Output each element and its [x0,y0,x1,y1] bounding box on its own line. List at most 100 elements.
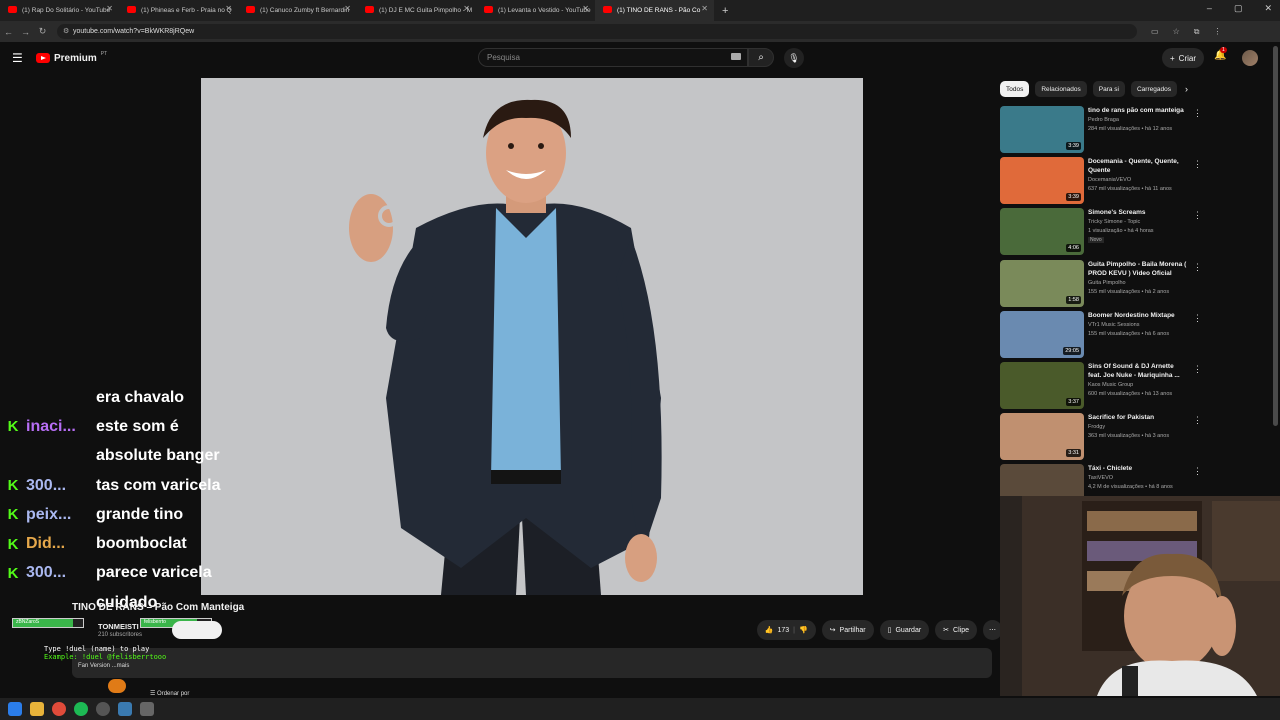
chat-message: K 300... parece varicela [0,559,240,588]
recommended-title[interactable]: Simone's Screams [1088,208,1188,217]
windows-start-icon[interactable] [8,702,22,716]
more-vert-icon[interactable]: ⋮ [1193,313,1202,324]
subscribe-button[interactable] [172,621,222,639]
video-thumbnail[interactable]: 3:31 [1000,413,1084,461]
recommended-video[interactable]: 29:05 Boomer Nordestino Mixtape VTr1 Music… [1000,310,1202,362]
video-thumbnail[interactable]: 1:58 [1000,259,1084,307]
create-button[interactable]: + Criar [1162,48,1205,68]
share-button[interactable]: ↪ Partilhar [821,620,874,640]
forward-icon[interactable]: → [17,27,34,37]
extensions-icon[interactable]: ⧉ [1194,27,1200,37]
sort-comments-button[interactable]: ☰ Ordenar por [150,690,189,697]
keyboard-icon[interactable] [731,53,741,60]
like-button[interactable]: 👍 173 | 👎 [756,620,816,640]
clip-button[interactable]: ✂ Clipe [935,620,977,640]
recommended-channel[interactable]: Tricky Simone - Topic [1088,219,1140,225]
filter-chip[interactable]: Para si [1092,81,1125,97]
obs-icon[interactable] [96,702,110,716]
description-box[interactable]: Fan Version ...mais [72,648,992,678]
recommended-title[interactable]: Sacrifice for Pakistan [1088,413,1188,422]
browser-tab[interactable]: (1) Phineas e Ferb - Praia no Q ✕ [119,0,238,21]
recommended-video[interactable]: 1:58 Guita Pimpolho - Baila Morena ( PROD… [1000,259,1202,311]
recommended-channel[interactable]: VTr1 Music Sessions [1088,322,1139,328]
chat-message: K Did... boomboclat [0,529,240,558]
reload-icon[interactable]: ↻ [34,26,51,37]
more-vert-icon[interactable]: ⋮ [1193,108,1202,119]
site-info-icon[interactable]: ⚙ [63,27,69,35]
browser-tab[interactable]: (1) DJ E MC Guita Pimpolho - M ✕ [357,0,476,21]
maximize-button[interactable]: ▢ [1234,3,1243,14]
recommended-video[interactable]: 4:06 Simone's Screams Tricky Simone - Topi… [1000,208,1202,259]
recommended-channel[interactable]: TaxiVEVO [1088,475,1113,481]
recommended-title[interactable]: Táxi - Chiclete [1088,464,1188,473]
browser-tab[interactable]: (1) TINO DE RANS - Pão Co ✕ [595,0,714,21]
minimize-button[interactable]: – [1207,3,1212,14]
more-vert-icon[interactable]: ⋮ [1193,210,1202,221]
close-tab-icon[interactable]: ✕ [582,4,589,13]
recommended-channel[interactable]: Kaos Music Group [1088,382,1133,388]
browser-tab[interactable]: (1) Rap Do Solitário - YouTube ✕ [0,0,119,21]
thumbs-down-icon[interactable]: 👎 [799,626,808,634]
recommended-channel[interactable]: Guita Pimpolho [1088,280,1126,286]
more-vert-icon[interactable]: ⋮ [1193,466,1202,477]
video-player[interactable] [201,78,863,595]
search-button[interactable]: ⌕ [748,48,774,67]
close-tab-icon[interactable]: ✕ [106,4,113,13]
hamburger-menu-icon[interactable]: ☰ [12,51,24,65]
recommended-channel[interactable]: DocemaniaVEVO [1088,177,1131,183]
url-text: youtube.com/watch?v=BkWKR8jRQew [73,28,195,35]
back-icon[interactable]: ← [0,27,17,37]
app-icon[interactable] [140,702,154,716]
recommended-title[interactable]: Guita Pimpolho - Baila Morena ( PROD KEV… [1088,260,1188,278]
recommended-title[interactable]: Docemania - Quente, Quente, Quente [1088,157,1188,175]
recommended-title[interactable]: Sins Of Sound & DJ Arnette feat. Joe Nuk… [1088,362,1188,380]
recommended-video[interactable]: 3:39 Docemania - Quente, Quente, Quente Do… [1000,157,1202,208]
chevron-right-icon[interactable]: › [1185,84,1188,94]
menu-dots-icon[interactable]: ⋮ [1213,27,1221,37]
browser-tab[interactable]: (1) Levanta o Vestido - YouTube ✕ [476,0,595,21]
recommended-channel[interactable]: Frodgy [1088,424,1105,430]
more-vert-icon[interactable]: ⋮ [1193,159,1202,170]
chrome-icon[interactable] [52,702,66,716]
more-vert-icon[interactable]: ⋮ [1193,415,1202,426]
recommended-video[interactable]: 3:39 tino de rans pão com manteiga Pedro B… [1000,106,1202,157]
close-tab-icon[interactable]: ✕ [463,4,470,13]
recommended-title[interactable]: Boomer Nordestino Mixtape [1088,311,1188,320]
more-vert-icon[interactable]: ⋮ [1193,364,1202,375]
more-vert-icon[interactable]: ⋮ [1193,262,1202,273]
channel-name[interactable]: TONMEISTI [98,622,139,631]
new-tab-button[interactable]: + [722,5,728,17]
close-tab-icon[interactable]: ✕ [344,4,351,13]
recommended-channel[interactable]: Pedro Braga [1088,117,1119,123]
close-tab-icon[interactable]: ✕ [225,4,232,13]
video-thumbnail[interactable]: 4:06 [1000,208,1084,256]
browser-tab[interactable]: (1) Canuco Zumby ft Bernardin ✕ [238,0,357,21]
video-thumbnail[interactable]: 3:39 [1000,157,1084,205]
spotify-icon[interactable] [74,702,88,716]
close-tab-icon[interactable]: ✕ [701,4,708,13]
steam-icon[interactable] [118,702,132,716]
filter-chip[interactable]: Relacionados [1035,81,1087,97]
page-scrollbar[interactable] [1273,46,1278,426]
recommended-video[interactable]: 3:31 Sacrifice for Pakistan Frodgy 363 mil … [1000,413,1202,464]
recommended-video[interactable]: 3:37 Sins Of Sound & DJ Arnette feat. Joe… [1000,361,1202,413]
save-button[interactable]: ▯ Guardar [879,620,930,640]
search-input[interactable]: Pesquisa [478,48,748,67]
cast-icon[interactable]: ▭ [1151,27,1159,37]
notifications-button[interactable]: 🔔 1 [1214,47,1227,61]
filter-chip[interactable]: Todos [1000,81,1030,97]
video-thumbnail[interactable]: 3:39 [1000,106,1084,153]
file-explorer-icon[interactable] [30,702,44,716]
video-thumbnail[interactable]: 3:37 [1000,361,1084,409]
address-bar[interactable]: ⚙ youtube.com/watch?v=BkWKR8jRQew [57,24,1137,39]
youtube-logo[interactable]: Premium PT [36,51,107,64]
close-window-button[interactable]: ✕ [1264,3,1272,14]
recommended-meta: 155 mil visualizações • há 6 anos [1088,330,1170,337]
voice-search-button[interactable]: 🎙 [784,48,804,68]
recommended-title[interactable]: tino de rans pão com manteiga [1088,106,1188,115]
filter-chip[interactable]: Carregados [1130,81,1177,97]
bookmark-star-icon[interactable]: ☆ [1173,27,1180,37]
kick-icon: K [7,535,19,553]
video-thumbnail[interactable]: 29:05 [1000,310,1084,358]
account-avatar[interactable] [1242,50,1258,66]
